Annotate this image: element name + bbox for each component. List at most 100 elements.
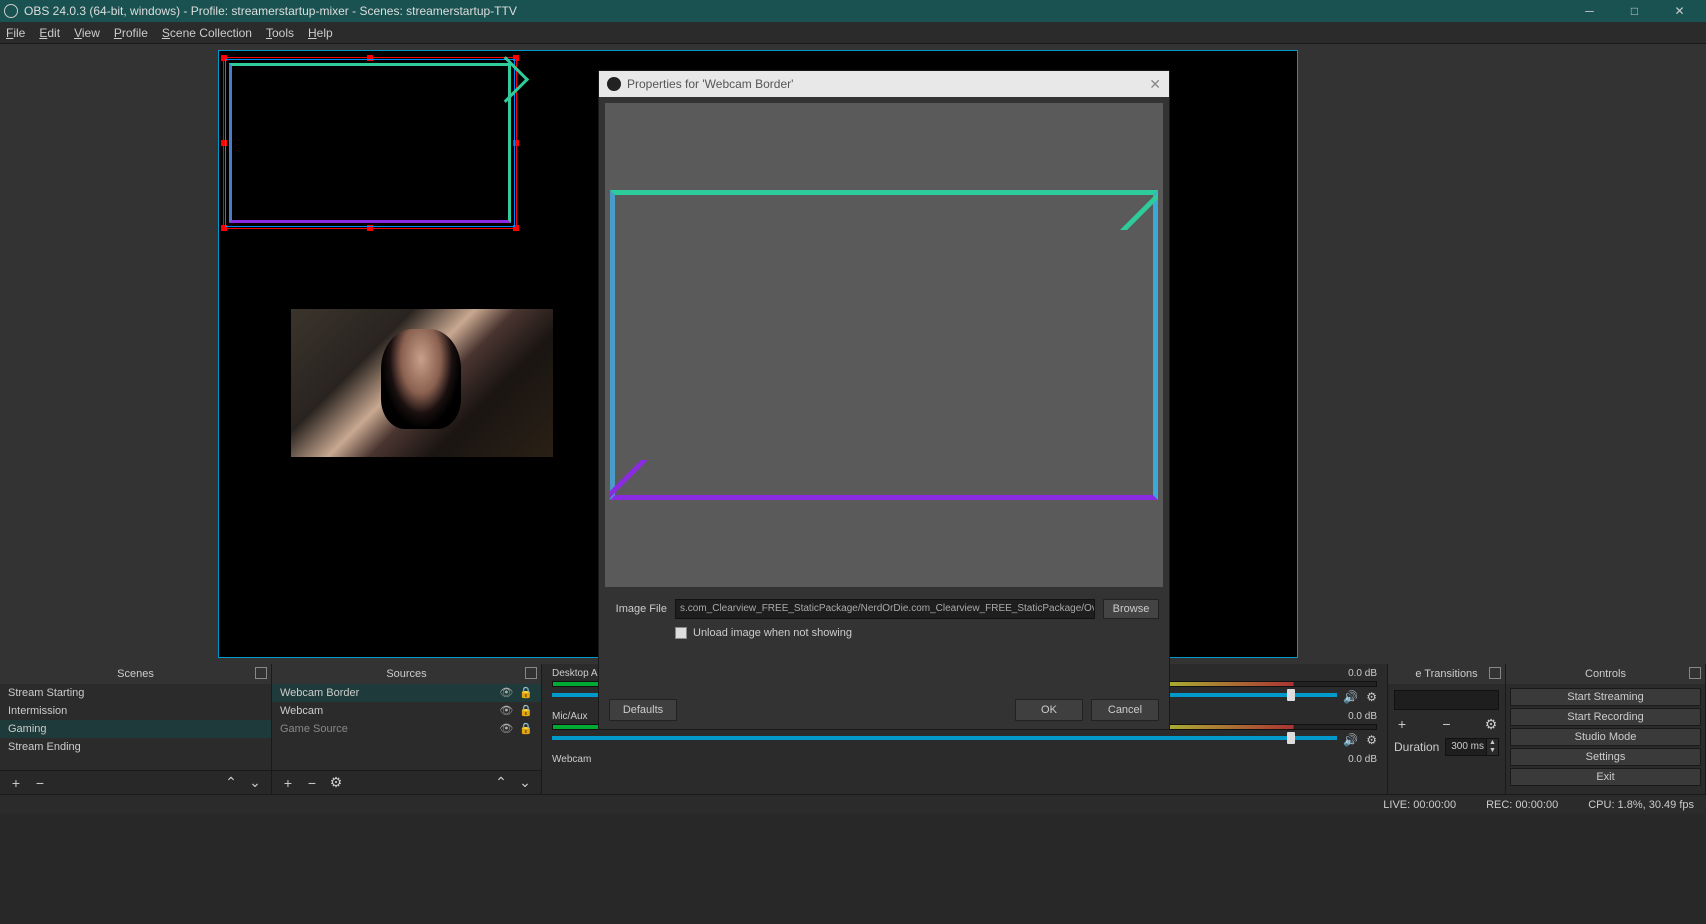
studio-mode-button[interactable]: Studio Mode	[1510, 728, 1701, 746]
eye-icon[interactable]: 👁	[499, 684, 513, 702]
mixer-channel-name: Webcam	[552, 754, 591, 765]
obs-logo-icon	[4, 4, 18, 18]
sources-panel: Sources Webcam Border 👁🔒 Webcam 👁🔒 Game …	[272, 664, 542, 794]
dialog-preview	[605, 103, 1163, 587]
add-transition-button[interactable]: +	[1394, 716, 1410, 732]
sources-popout-icon[interactable]	[525, 667, 537, 679]
speaker-icon[interactable]: 🔊	[1343, 690, 1358, 704]
add-source-button[interactable]: +	[280, 775, 296, 791]
eye-icon[interactable]: 👁	[499, 720, 513, 738]
eye-icon[interactable]: 👁	[499, 702, 513, 720]
status-bar: LIVE: 00:00:00 REC: 00:00:00 CPU: 1.8%, …	[0, 794, 1706, 814]
spin-up-icon[interactable]: ▲	[1486, 739, 1498, 747]
menu-file[interactable]: File	[6, 26, 25, 40]
source-move-down-button[interactable]: ⌄	[517, 775, 533, 791]
start-recording-button[interactable]: Start Recording	[1510, 708, 1701, 726]
scene-move-down-button[interactable]: ⌄	[247, 775, 263, 791]
scene-move-up-button[interactable]: ⌃	[223, 775, 239, 791]
lock-icon[interactable]: 🔒	[519, 702, 533, 720]
obs-logo-icon	[607, 77, 621, 91]
menu-profile[interactable]: Profile	[114, 26, 148, 40]
remove-scene-button[interactable]: −	[32, 775, 48, 791]
mixer-channel-name: Desktop Au	[552, 668, 603, 679]
transitions-panel: e Transitions + − ⚙ Duration 300 ms ▲▼	[1388, 664, 1506, 794]
menu-bar: File Edit View Profile Scene Collection …	[0, 22, 1706, 44]
status-cpu: CPU: 1.8%, 30.49 fps	[1588, 799, 1694, 811]
transition-select[interactable]	[1394, 690, 1499, 710]
properties-dialog: Properties for 'Webcam Border' ✕ Image F…	[598, 70, 1170, 730]
transition-settings-button[interactable]: ⚙	[1483, 716, 1499, 732]
image-file-label: Image File	[609, 603, 667, 615]
source-properties-button[interactable]: ⚙	[328, 775, 344, 791]
scenes-list[interactable]: Stream Starting Intermission Gaming Stre…	[0, 684, 271, 770]
window-title: OBS 24.0.3 (64-bit, windows) - Profile: …	[24, 4, 517, 18]
window-titlebar: OBS 24.0.3 (64-bit, windows) - Profile: …	[0, 0, 1706, 22]
gear-icon[interactable]: ⚙	[1366, 733, 1377, 747]
start-streaming-button[interactable]: Start Streaming	[1510, 688, 1701, 706]
scenes-panel: Scenes Stream Starting Intermission Gami…	[0, 664, 272, 794]
controls-popout-icon[interactable]	[1689, 667, 1701, 679]
scenes-header: Scenes	[0, 664, 271, 684]
menu-edit[interactable]: Edit	[39, 26, 60, 40]
mixer-channel-name: Mic/Aux	[552, 711, 588, 722]
source-item[interactable]: Game Source 👁🔒	[272, 720, 541, 738]
defaults-button[interactable]: Defaults	[609, 699, 677, 721]
menu-scene-collection[interactable]: Scene Collection	[162, 26, 252, 40]
transitions-popout-icon[interactable]	[1489, 667, 1501, 679]
minimize-button[interactable]: ─	[1567, 0, 1612, 22]
transitions-header: e Transitions	[1388, 664, 1505, 684]
webcam-source[interactable]	[291, 309, 553, 457]
scenes-popout-icon[interactable]	[255, 667, 267, 679]
menu-tools[interactable]: Tools	[266, 26, 294, 40]
webcam-face	[381, 329, 461, 429]
settings-button[interactable]: Settings	[1510, 748, 1701, 766]
cancel-button[interactable]: Cancel	[1091, 699, 1159, 721]
status-rec: REC: 00:00:00	[1486, 799, 1558, 811]
mixer-db-value: 0.0 dB	[1348, 711, 1377, 722]
dialog-close-button[interactable]: ✕	[1149, 76, 1161, 93]
overlay-frame-graphic	[229, 63, 511, 223]
preview-overlay-frame	[610, 190, 1158, 500]
volume-slider[interactable]	[552, 736, 1337, 740]
lock-icon[interactable]: 🔒	[519, 720, 533, 738]
maximize-button[interactable]: □	[1612, 0, 1657, 22]
dialog-title: Properties for 'Webcam Border'	[627, 77, 793, 91]
source-move-up-button[interactable]: ⌃	[493, 775, 509, 791]
sources-header: Sources	[272, 664, 541, 684]
image-file-input[interactable]: s.com_Clearview_FREE_StaticPackage/NerdO…	[675, 599, 1095, 619]
duration-spinner[interactable]: 300 ms ▲▼	[1445, 738, 1499, 756]
duration-label: Duration	[1394, 740, 1439, 754]
scene-item[interactable]: Gaming	[0, 720, 271, 738]
scene-item[interactable]: Stream Ending	[0, 738, 271, 756]
mixer-channel: Webcam 0.0 dB	[542, 750, 1387, 767]
controls-header: Controls	[1506, 664, 1705, 684]
mixer-db-value: 0.0 dB	[1348, 754, 1377, 765]
ok-button[interactable]: OK	[1015, 699, 1083, 721]
speaker-icon[interactable]: 🔊	[1343, 733, 1358, 747]
controls-panel: Controls Start Streaming Start Recording…	[1506, 664, 1706, 794]
menu-view[interactable]: View	[74, 26, 100, 40]
unload-label: Unload image when not showing	[693, 627, 852, 639]
add-scene-button[interactable]: +	[8, 775, 24, 791]
source-item[interactable]: Webcam Border 👁🔒	[272, 684, 541, 702]
webcam-border-source[interactable]	[225, 59, 515, 227]
source-item[interactable]: Webcam 👁🔒	[272, 702, 541, 720]
remove-transition-button[interactable]: −	[1439, 716, 1455, 732]
exit-button[interactable]: Exit	[1510, 768, 1701, 786]
scene-item[interactable]: Stream Starting	[0, 684, 271, 702]
dialog-titlebar[interactable]: Properties for 'Webcam Border' ✕	[599, 71, 1169, 97]
spin-down-icon[interactable]: ▼	[1486, 747, 1498, 755]
gear-icon[interactable]: ⚙	[1366, 690, 1377, 704]
lock-icon[interactable]: 🔒	[519, 684, 533, 702]
slider-thumb[interactable]	[1287, 689, 1295, 701]
status-live: LIVE: 00:00:00	[1383, 799, 1456, 811]
unload-checkbox[interactable]	[675, 627, 687, 639]
menu-help[interactable]: Help	[308, 26, 333, 40]
mixer-db-value: 0.0 dB	[1348, 668, 1377, 679]
scene-item[interactable]: Intermission	[0, 702, 271, 720]
browse-button[interactable]: Browse	[1103, 599, 1159, 619]
remove-source-button[interactable]: −	[304, 775, 320, 791]
close-button[interactable]: ✕	[1657, 0, 1702, 22]
slider-thumb[interactable]	[1287, 732, 1295, 744]
sources-list[interactable]: Webcam Border 👁🔒 Webcam 👁🔒 Game Source 👁…	[272, 684, 541, 770]
